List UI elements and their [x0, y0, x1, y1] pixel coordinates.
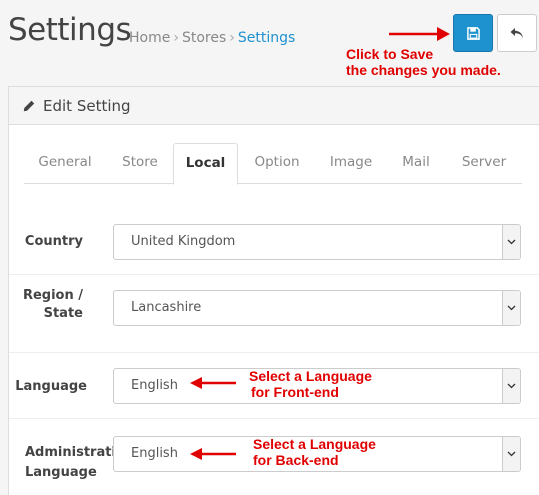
region-label: Region / State [21, 287, 83, 323]
save-annotation-line2: the changes you made. [346, 62, 501, 78]
admin-language-label-line2: Language [25, 465, 97, 480]
save-annotation-line1: Click to Save [346, 46, 434, 62]
floppy-disk-icon [466, 26, 480, 40]
edit-setting-panel: Edit Setting General Store Local Option … [8, 86, 539, 495]
annotation-arrow [190, 377, 236, 389]
admin-language-value: English [131, 446, 178, 461]
country-select[interactable]: United Kingdom [113, 224, 521, 260]
language-value: English [131, 378, 178, 393]
breadcrumb-separator: › [173, 30, 179, 46]
breadcrumb-settings[interactable]: Settings [238, 30, 295, 46]
breadcrumb-separator: › [229, 30, 235, 46]
page-title: Settings [8, 12, 132, 48]
region-label-line1: Region / [22, 288, 83, 303]
breadcrumb: Home › Stores › Settings [129, 30, 295, 46]
admin-language-label: Administratio Language [25, 443, 113, 483]
tab-mail[interactable]: Mail [386, 143, 446, 184]
breadcrumb-stores[interactable]: Stores [182, 30, 226, 46]
language-label: Language [15, 379, 87, 394]
tab-general[interactable]: General [24, 143, 106, 184]
region-value: Lancashire [131, 300, 202, 315]
country-value: United Kingdom [131, 234, 236, 249]
language-annotation: Select a Language for Front-end [249, 368, 372, 400]
annotation-arrow [190, 448, 236, 460]
admin-language-annotation-line2: for Back-end [253, 452, 339, 468]
breadcrumb-home[interactable]: Home [129, 30, 170, 46]
language-annotation-line2: for Front-end [251, 384, 339, 400]
save-annotation: Click to Save the changes you made. [346, 46, 501, 78]
language-annotation-line1: Select a Language [249, 368, 372, 384]
country-label: Country [24, 234, 83, 249]
annotation-arrow [389, 27, 450, 41]
tab-server[interactable]: Server [446, 143, 522, 184]
admin-language-label-line1: Administratio [25, 445, 113, 460]
panel-heading: Edit Setting [9, 87, 539, 125]
tab-image[interactable]: Image [316, 143, 386, 184]
pencil-icon [23, 100, 35, 112]
chevron-down-icon [502, 437, 520, 471]
reply-arrow-icon [510, 27, 523, 38]
chevron-down-icon [502, 225, 520, 259]
tab-store[interactable]: Store [106, 143, 174, 184]
page-header: Settings Home › Stores › Settings Click to S… [0, 0, 539, 80]
tab-local[interactable]: Local [173, 143, 238, 185]
region-select[interactable]: Lancashire [113, 290, 521, 326]
admin-language-annotation: Select a Language for Back-end [253, 436, 376, 468]
settings-tabs: General Store Local Option Image Mail Se… [24, 143, 522, 185]
region-row: Region / State Lancashire [9, 274, 539, 353]
panel-heading-label: Edit Setting [43, 96, 131, 115]
back-button[interactable] [497, 14, 537, 52]
chevron-down-icon [502, 369, 520, 403]
tab-option[interactable]: Option [238, 143, 316, 184]
region-label-line2: State [43, 306, 83, 321]
chevron-down-icon [502, 291, 520, 325]
admin-language-annotation-line1: Select a Language [253, 436, 376, 452]
country-row: Country United Kingdom [9, 205, 539, 275]
